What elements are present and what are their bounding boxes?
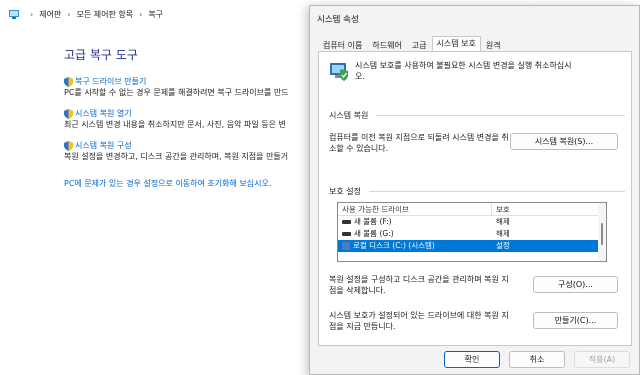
dialog-title: 시스템 속성	[317, 15, 359, 25]
scrollbar-thumb[interactable]	[601, 223, 603, 245]
open-system-restore-label[interactable]: 시스템 복원 열기	[75, 108, 132, 119]
configure-system-restore-desc: 복원 설정을 변경하고, 디스크 공간을 관리하며, 복원 지점을 만들거	[64, 152, 289, 161]
drive-name: 로컬 디스크 (C:) (시스템)	[353, 241, 435, 250]
drive-icon	[342, 232, 351, 236]
system-protection-icon	[330, 63, 348, 81]
system-restore-heading-label: 시스템 복원	[329, 111, 369, 120]
column-header-protection[interactable]: 보호	[492, 203, 510, 215]
reset-pc-link[interactable]: PC에 문제가 있는 경우 설정으로 이동하여 초기화해 보십시오.	[64, 178, 271, 189]
system-protection-panel: 시스템 보호를 사용하여 불필요한 시스템 변경을 실행 취소하십시오. 시스템…	[318, 51, 632, 346]
shield-icon	[64, 140, 73, 151]
breadcrumb-item-control-panel[interactable]: 제어판	[39, 9, 61, 20]
address-bar[interactable]: › 제어판 › 모든 제어판 항목 › 복구	[4, 4, 316, 24]
create-recovery-drive-desc: PC를 시작할 수 없는 경우 문제를 해결하려면 복구 드라이브를 만드	[64, 88, 289, 97]
column-header-drive[interactable]: 사용 가능한 드라이브	[338, 203, 492, 215]
task-create-recovery-drive: 복구 드라이브 만들기 PC를 시작할 수 없는 경우 문제를 해결하려면 복구…	[64, 76, 312, 98]
system-restore-text: 컴퓨터를 이전 복원 지점으로 되돌려 시스템 변경을 취소할 수 있습니다.	[329, 133, 509, 153]
configure-button[interactable]: 구성(O)...	[533, 276, 618, 293]
tab-advanced[interactable]: 고급	[407, 38, 432, 52]
chevron-right-icon[interactable]: ›	[67, 10, 70, 19]
configure-system-restore-link[interactable]: 시스템 복원 구성	[64, 140, 312, 151]
breadcrumb-item-recovery[interactable]: 복구	[148, 9, 163, 20]
intro-text: 시스템 보호를 사용하여 불필요한 시스템 변경을 실행 취소하십시오.	[355, 61, 572, 81]
drive-row[interactable]: 새 볼륨 (F:) 해제	[338, 216, 606, 228]
ok-button[interactable]: 확인	[444, 351, 500, 368]
tab-hardware[interactable]: 하드웨어	[367, 38, 406, 52]
tab-remote[interactable]: 원격	[481, 38, 506, 52]
drive-name: 새 볼륨 (F:)	[354, 217, 392, 226]
configure-text: 복원 설정을 구성하고 디스크 공간을 관리하며 복원 지점을 삭제합니다.	[329, 275, 509, 295]
chevron-right-icon[interactable]: ›	[139, 10, 142, 19]
tab-bar: 컴퓨터 이름 하드웨어 고급 시스템 보호 원격	[318, 36, 506, 52]
drive-list[interactable]: 사용 가능한 드라이브 보호 새 볼륨 (F:) 해제 새 볼륨 (G:) 해제…	[337, 202, 607, 262]
intro: 시스템 보호를 사용하여 불필요한 시스템 변경을 실행 취소하십시오.	[329, 60, 573, 82]
drive-list-header: 사용 가능한 드라이브 보호	[338, 203, 606, 216]
open-system-restore-link[interactable]: 시스템 복원 열기	[64, 108, 312, 119]
protection-settings-heading-label: 보호 설정	[329, 187, 361, 196]
system-properties-dialog: 시스템 속성 컴퓨터 이름 하드웨어 고급 시스템 보호 원격 시스템 보호를 …	[309, 5, 640, 375]
open-system-restore-desc: 최근 시스템 변경 내용을 취소하지만 문서, 사진, 음악 파일 등은 변	[64, 120, 286, 129]
create-text: 시스템 보호가 설정되어 있는 드라이브에 대한 복원 지점을 지금 만듭니다.	[329, 311, 509, 331]
system-restore-heading: 시스템 복원	[329, 110, 625, 121]
drive-name: 새 볼륨 (G:)	[354, 229, 394, 238]
chevron-right-icon: ›	[30, 9, 34, 19]
create-recovery-drive-label[interactable]: 복구 드라이브 만들기	[75, 76, 146, 87]
divider	[368, 191, 625, 192]
tab-system-protection[interactable]: 시스템 보호	[431, 36, 481, 52]
drive-protection: 해제	[496, 229, 510, 238]
task-configure-system-restore: 시스템 복원 구성 복원 설정을 변경하고, 디스크 공간을 관리하며, 복원 …	[64, 140, 312, 162]
task-open-system-restore: 시스템 복원 열기 최근 시스템 변경 내용을 취소하지만 문서, 사진, 음악…	[64, 108, 312, 130]
drive-list-scrollbar[interactable]	[598, 203, 606, 261]
shield-icon	[64, 76, 73, 87]
system-drive-icon	[342, 242, 350, 250]
drive-row[interactable]: 새 볼륨 (G:) 해제	[338, 228, 606, 240]
drive-protection: 해제	[496, 217, 510, 226]
drive-protection: 설정	[496, 241, 510, 250]
apply-button[interactable]: 적용(A)	[574, 351, 630, 368]
control-panel-icon	[9, 10, 19, 19]
create-button[interactable]: 만들기(C)...	[533, 312, 618, 329]
cancel-button[interactable]: 취소	[509, 351, 565, 368]
drive-icon	[342, 220, 351, 224]
configure-system-restore-label[interactable]: 시스템 복원 구성	[75, 140, 132, 151]
drive-row-selected[interactable]: 로컬 디스크 (C:) (시스템) 설정	[338, 240, 606, 252]
shield-icon	[64, 108, 73, 119]
page-title: 고급 복구 도구	[64, 48, 138, 62]
system-restore-button[interactable]: 시스템 복원(S)...	[510, 133, 618, 150]
protection-settings-heading: 보호 설정	[329, 186, 625, 197]
create-recovery-drive-link[interactable]: 복구 드라이브 만들기	[64, 76, 312, 87]
divider	[376, 115, 625, 116]
tab-computer-name[interactable]: 컴퓨터 이름	[318, 38, 367, 52]
breadcrumb-item-all-items[interactable]: 모든 제어판 항목	[77, 9, 134, 20]
